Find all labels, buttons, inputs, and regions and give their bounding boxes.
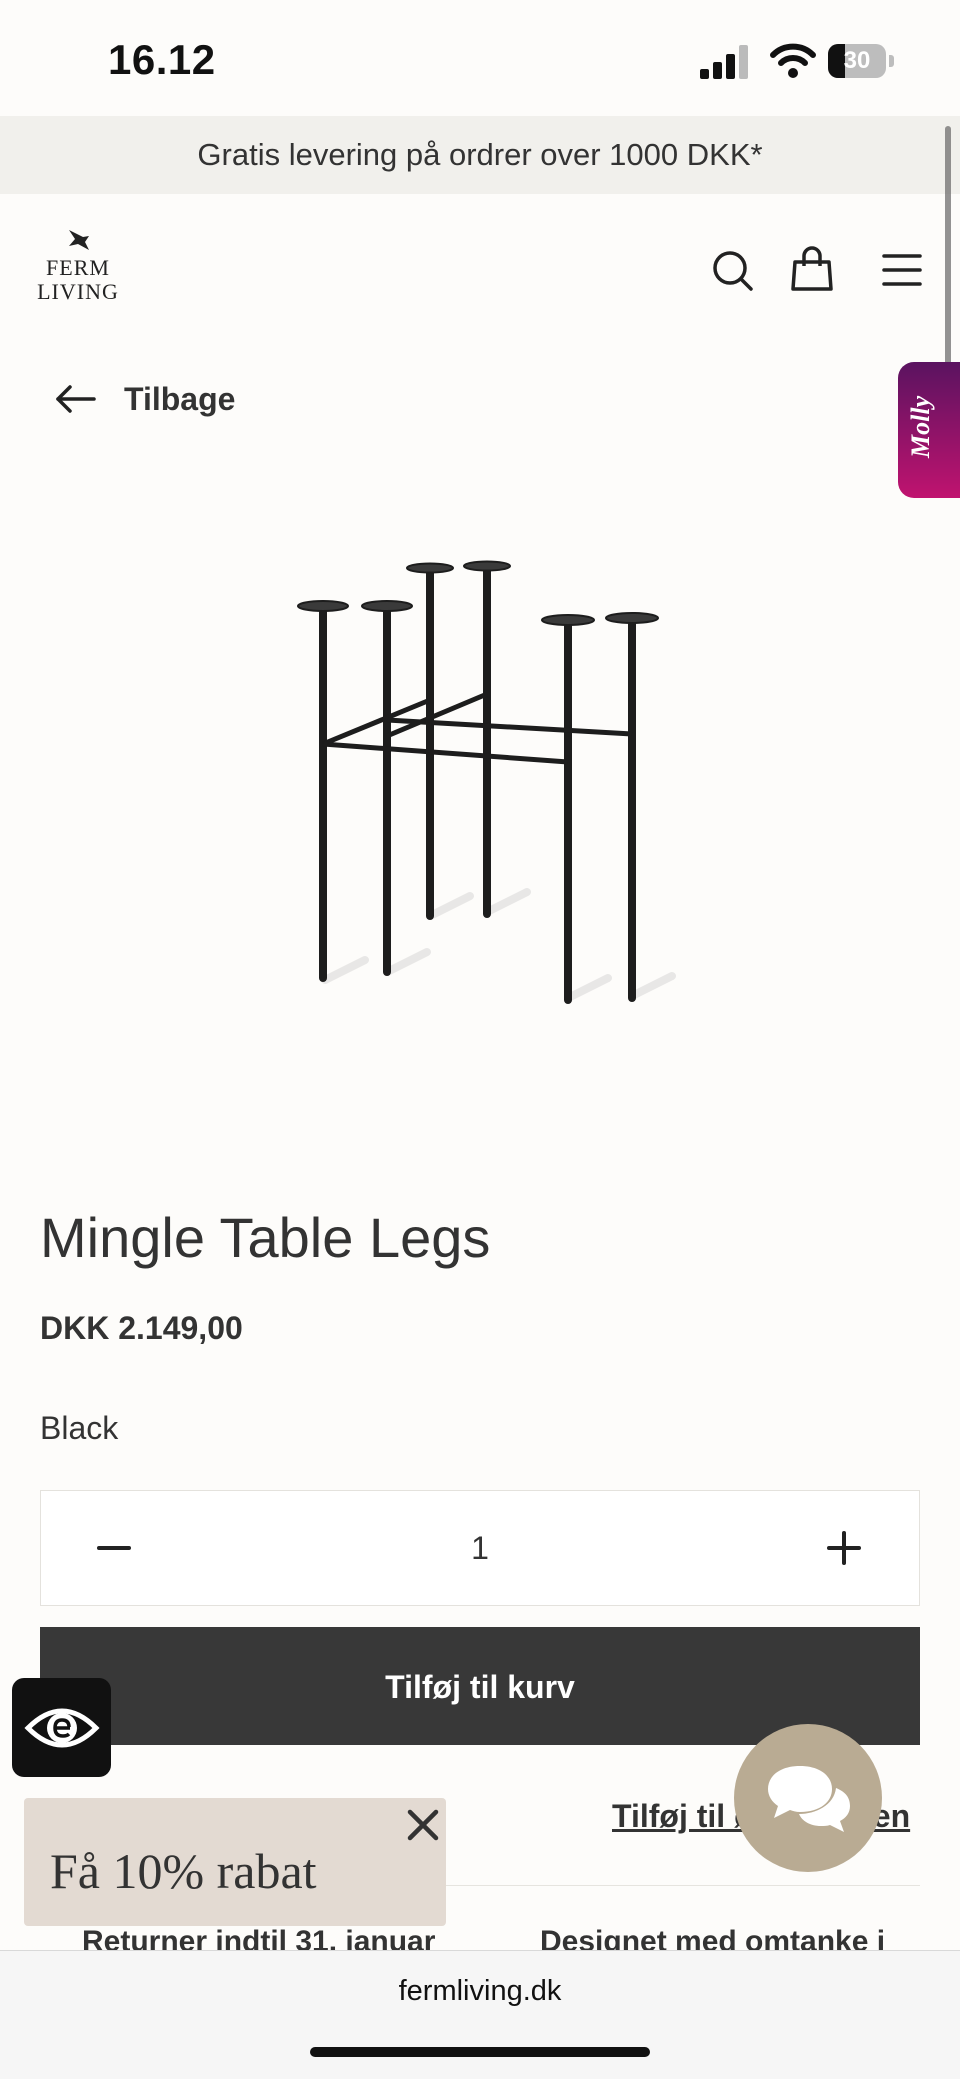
battery-level: 30 bbox=[843, 47, 871, 74]
logo-text-ferm: FERM bbox=[46, 255, 110, 280]
bird-logo-icon bbox=[69, 230, 89, 250]
browser-url-bar[interactable]: fermliving.dk bbox=[0, 1950, 960, 2079]
quantity-stepper: 1 bbox=[40, 1490, 920, 1606]
plus-icon[interactable] bbox=[821, 1525, 867, 1571]
wifi-icon bbox=[770, 43, 816, 78]
url-text: fermliving.dk bbox=[398, 1975, 562, 2007]
cellular-signal-icon bbox=[700, 45, 748, 79]
promo-text: Gratis levering på ordrer over 1000 DKK* bbox=[197, 137, 763, 172]
shopping-bag-icon[interactable] bbox=[789, 246, 835, 292]
arrow-left-icon bbox=[56, 385, 96, 413]
accessibility-badge[interactable] bbox=[12, 1678, 111, 1777]
chat-bubbles-icon bbox=[768, 1766, 850, 1832]
molly-label: Molly bbox=[906, 395, 935, 458]
quantity-value[interactable]: 1 bbox=[41, 1491, 919, 1605]
discount-text: Få 10% rabat bbox=[50, 1843, 317, 1899]
battery-icon: 30 bbox=[828, 44, 894, 80]
chat-button[interactable] bbox=[734, 1724, 882, 1872]
ferm-living-logo[interactable]: FERM LIVING bbox=[30, 228, 126, 304]
close-icon[interactable] bbox=[406, 1808, 440, 1842]
eye-icon bbox=[24, 1708, 100, 1748]
molly-assistant-tab[interactable]: Molly bbox=[898, 362, 960, 498]
home-indicator[interactable] bbox=[310, 2047, 650, 2057]
logo-text-living: LIVING bbox=[37, 279, 119, 304]
variant-color: Black bbox=[40, 1410, 119, 1446]
back-link[interactable]: Tilbage bbox=[54, 376, 235, 422]
promo-banner[interactable]: Gratis levering på ordrer over 1000 DKK* bbox=[0, 116, 960, 194]
back-label: Tilbage bbox=[124, 380, 236, 417]
status-time: 16.12 bbox=[108, 36, 216, 83]
product-title: Mingle Table Legs bbox=[40, 1206, 491, 1269]
product-image[interactable] bbox=[270, 540, 690, 1040]
menu-icon[interactable] bbox=[880, 250, 924, 290]
search-icon[interactable] bbox=[710, 248, 756, 294]
product-price: DKK 2.149,00 bbox=[40, 1310, 243, 1346]
discount-popup[interactable]: Få 10% rabat bbox=[24, 1798, 446, 1926]
minus-icon[interactable] bbox=[91, 1525, 137, 1571]
